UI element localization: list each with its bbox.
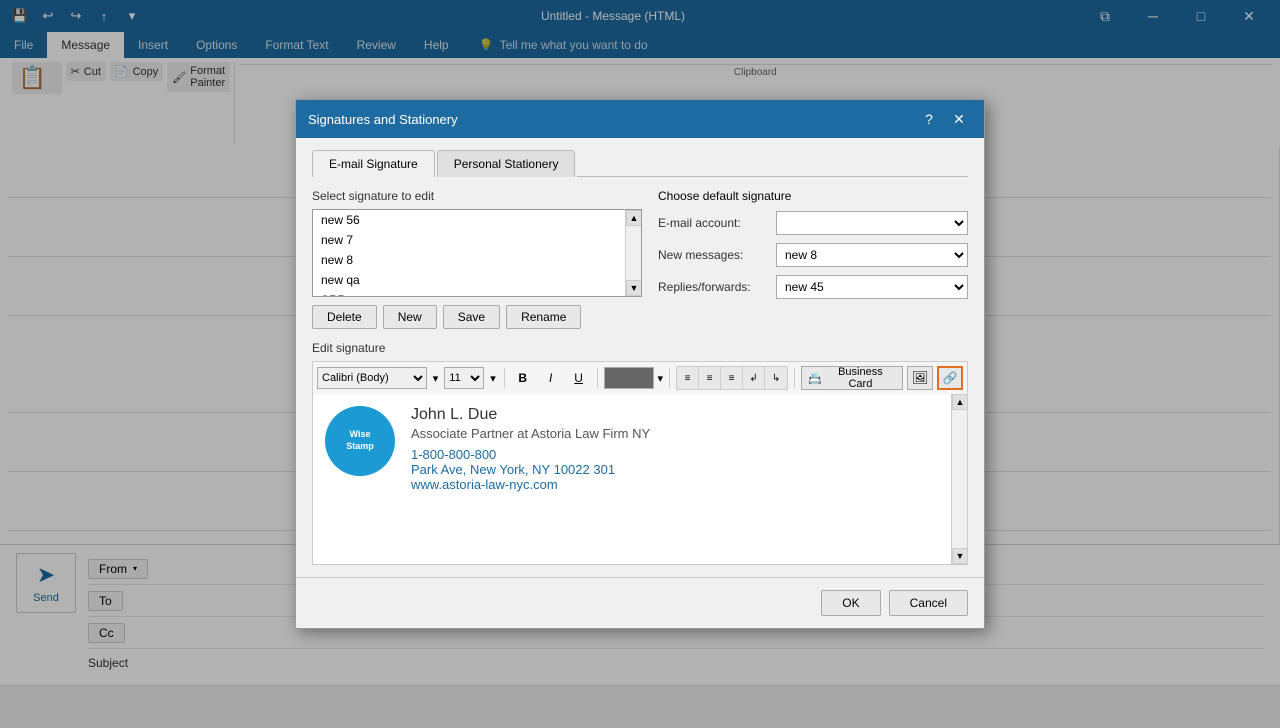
edit-content-wrapper: Wise Stamp John L. Due Associate Partner… bbox=[312, 394, 968, 565]
dialog-overlay: Signatures and Stationery ? ✕ E-mail Sig… bbox=[0, 0, 1280, 728]
list-item[interactable]: new qa bbox=[313, 270, 625, 290]
edit-italic-btn[interactable]: I bbox=[539, 367, 563, 389]
toolbar-sep-4 bbox=[794, 368, 795, 388]
default-sig-title: Choose default signature bbox=[658, 189, 968, 203]
insert-image-icon: 🖼 bbox=[912, 370, 929, 386]
logo-line1: Wise bbox=[350, 429, 371, 441]
align-ltr-btn[interactable]: ↳ bbox=[765, 367, 787, 389]
email-account-select[interactable] bbox=[776, 211, 968, 235]
tab-email-signature[interactable]: E-mail Signature bbox=[312, 150, 435, 177]
rename-sig-btn[interactable]: Rename bbox=[506, 305, 581, 329]
sig-address: Park Ave, New York, NY 10022 301 bbox=[411, 462, 650, 477]
align-group: ≡ ≡ ≡ ↲ ↳ bbox=[676, 366, 788, 390]
color-arrow: ▾ bbox=[658, 372, 664, 385]
dialog-right-panel: Choose default signature E-mail account:… bbox=[658, 189, 968, 329]
tab-border bbox=[577, 176, 968, 177]
new-messages-select[interactable]: new 8 bbox=[776, 243, 968, 267]
sig-logo: Wise Stamp bbox=[325, 406, 395, 476]
replies-row: Replies/forwards: new 45 bbox=[658, 275, 968, 299]
select-sig-label: Select signature to edit bbox=[312, 189, 642, 203]
align-center-btn[interactable]: ≡ bbox=[699, 367, 721, 389]
new-sig-btn[interactable]: New bbox=[383, 305, 437, 329]
new-messages-row: New messages: new 8 bbox=[658, 243, 968, 267]
edit-size-select[interactable]: 11 bbox=[444, 367, 484, 389]
dialog-help-btn[interactable]: ? bbox=[916, 108, 942, 130]
sig-phone: 1-800-800-800 bbox=[411, 447, 650, 462]
toolbar-sep-1 bbox=[504, 368, 505, 388]
content-scroll-up-btn[interactable]: ▲ bbox=[952, 394, 968, 410]
dialog-body: E-mail Signature Personal Stationery Sel… bbox=[296, 138, 984, 577]
toolbar-sep-3 bbox=[669, 368, 670, 388]
insert-link-btn[interactable]: 🔗 bbox=[937, 366, 963, 390]
sig-name: John L. Due bbox=[411, 406, 650, 424]
save-sig-btn[interactable]: Save bbox=[443, 305, 500, 329]
toolbar-sep-2 bbox=[597, 368, 598, 388]
content-scroll-down-btn[interactable]: ▼ bbox=[952, 548, 968, 564]
dialog-titlebar-btns: ? ✕ bbox=[916, 108, 972, 130]
edit-content-scrollbar: ▲ ▼ bbox=[951, 394, 967, 564]
sig-list-scrollbar: ▲ ▼ bbox=[625, 210, 641, 296]
edit-bold-btn[interactable]: B bbox=[511, 367, 535, 389]
email-account-label: E-mail account: bbox=[658, 216, 768, 230]
dialog-footer: OK Cancel bbox=[296, 577, 984, 628]
business-card-btn[interactable]: 📇 Business Card bbox=[801, 366, 903, 390]
edit-sig-title: Edit signature bbox=[312, 341, 968, 355]
list-item[interactable]: SRP bbox=[313, 290, 625, 296]
default-sig-section: Choose default signature E-mail account:… bbox=[658, 189, 968, 299]
biz-card-icon: 📇 bbox=[808, 372, 822, 385]
biz-card-label: Business Card bbox=[825, 366, 896, 390]
scroll-up-btn[interactable]: ▲ bbox=[626, 210, 642, 226]
sig-text: John L. Due Associate Partner at Astoria… bbox=[411, 406, 650, 492]
signatures-dialog: Signatures and Stationery ? ✕ E-mail Sig… bbox=[295, 99, 985, 629]
align-rtl-btn[interactable]: ↲ bbox=[743, 367, 765, 389]
sig-list-wrapper: new 56 new 7 new 8 new qa SRP yuval ▲ ▼ bbox=[312, 209, 642, 297]
align-right-btn[interactable]: ≡ bbox=[721, 367, 743, 389]
dialog-titlebar: Signatures and Stationery ? ✕ bbox=[296, 100, 984, 138]
new-messages-label: New messages: bbox=[658, 248, 768, 262]
toolbar-dropdown-arrow: ▾ bbox=[433, 372, 439, 385]
replies-label: Replies/forwards: bbox=[658, 280, 768, 294]
list-item[interactable]: new 7 bbox=[313, 230, 625, 250]
logo-line2: Stamp bbox=[346, 441, 374, 453]
list-item[interactable]: new 56 bbox=[313, 210, 625, 230]
align-left-btn[interactable]: ≡ bbox=[677, 367, 699, 389]
dialog-main-content: Select signature to edit new 56 new 7 ne… bbox=[312, 189, 968, 329]
cancel-button[interactable]: Cancel bbox=[889, 590, 968, 616]
edit-font-select[interactable]: Calibri (Body) bbox=[317, 367, 427, 389]
edit-sig-section: Edit signature Calibri (Body) ▾ 11 ▾ B I… bbox=[312, 341, 968, 565]
delete-sig-btn[interactable]: Delete bbox=[312, 305, 377, 329]
size-dropdown-arrow: ▾ bbox=[490, 372, 496, 385]
email-account-row: E-mail account: bbox=[658, 211, 968, 235]
tab-personal-stationery[interactable]: Personal Stationery bbox=[437, 150, 576, 177]
sig-list: new 56 new 7 new 8 new qa SRP yuval bbox=[313, 210, 625, 296]
replies-select[interactable]: new 45 bbox=[776, 275, 968, 299]
sig-content: Wise Stamp John L. Due Associate Partner… bbox=[325, 406, 939, 492]
ok-button[interactable]: OK bbox=[821, 590, 880, 616]
scroll-down-btn[interactable]: ▼ bbox=[626, 280, 642, 296]
edit-underline-btn[interactable]: U bbox=[567, 367, 591, 389]
dialog-title: Signatures and Stationery bbox=[308, 112, 458, 127]
dialog-close-btn[interactable]: ✕ bbox=[946, 108, 972, 130]
dialog-tabs: E-mail Signature Personal Stationery bbox=[312, 150, 968, 177]
font-color-picker[interactable] bbox=[604, 367, 654, 389]
sig-title-text: Associate Partner at Astoria Law Firm NY bbox=[411, 426, 650, 441]
dialog-left-panel: Select signature to edit new 56 new 7 ne… bbox=[312, 189, 642, 329]
edit-toolbar: Calibri (Body) ▾ 11 ▾ B I U ▾ bbox=[312, 361, 968, 394]
sig-website: www.astoria-law-nyc.com bbox=[411, 477, 650, 492]
edit-content-area[interactable]: Wise Stamp John L. Due Associate Partner… bbox=[313, 394, 951, 564]
list-item[interactable]: new 8 bbox=[313, 250, 625, 270]
sig-action-buttons: Delete New Save Rename bbox=[312, 305, 642, 329]
insert-image-btn[interactable]: 🖼 bbox=[907, 366, 933, 390]
insert-link-icon: 🔗 bbox=[943, 371, 958, 385]
